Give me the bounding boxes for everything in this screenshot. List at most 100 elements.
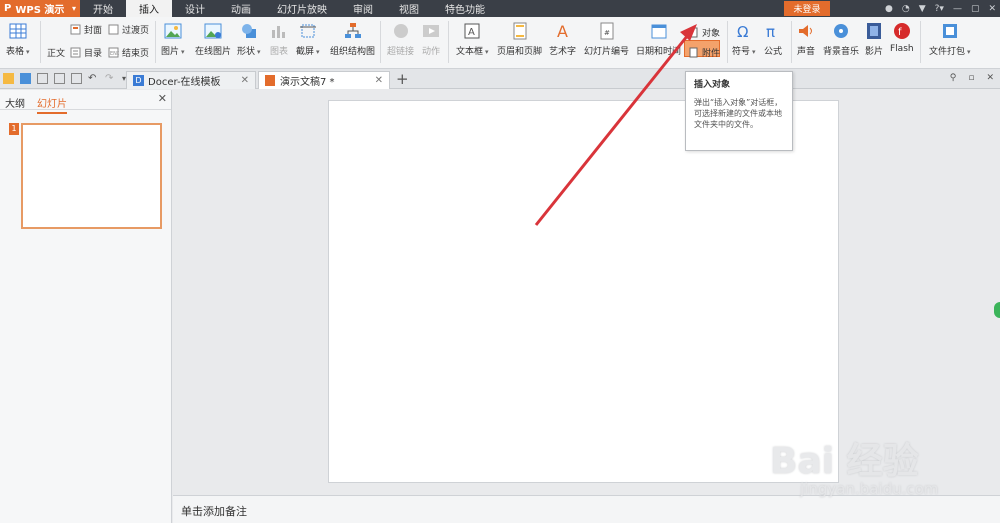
- menu-item-special[interactable]: 特色功能: [432, 0, 498, 17]
- end-page-button[interactable]: END 结束页: [108, 46, 149, 59]
- quick-access-toolbar: ↶ ↷ ▾: [3, 73, 133, 84]
- chart-button[interactable]: 图表: [270, 17, 288, 57]
- redo-icon[interactable]: ↷: [105, 73, 116, 84]
- slide-canvas[interactable]: [328, 100, 839, 483]
- formula-button[interactable]: π 公式: [764, 17, 782, 57]
- tab-outline[interactable]: 大纲: [5, 95, 25, 110]
- ribbon-toolbar: 表格 ▾ 封面 过渡页 正文 目录 END 结束页 图片 ▾ 在线图片 形状 ▾ 图表 …: [0, 17, 1000, 69]
- cover-button[interactable]: 封面: [70, 23, 102, 36]
- menu-item-animation[interactable]: 动画: [218, 0, 264, 17]
- org-chart-button[interactable]: 组织结构图: [330, 17, 375, 57]
- save-icon[interactable]: [20, 73, 31, 84]
- online-picture-button[interactable]: 在线图片: [195, 17, 231, 57]
- help-icon[interactable]: ?▾: [935, 4, 944, 14]
- export-pdf-icon[interactable]: [37, 73, 48, 84]
- omega-icon: Ω: [737, 23, 748, 40]
- slide-thumbnail[interactable]: [21, 123, 162, 229]
- svg-text:π: π: [766, 23, 775, 40]
- restore-icon[interactable]: ▢: [971, 4, 980, 14]
- action-button[interactable]: 动作: [422, 17, 440, 57]
- end-page-icon: END: [108, 47, 119, 58]
- menu-item-review[interactable]: 审阅: [340, 0, 386, 17]
- close-icon[interactable]: ✕: [988, 4, 996, 14]
- movie-button[interactable]: 影片: [865, 17, 883, 57]
- wordart-button[interactable]: A 艺术字: [549, 17, 576, 57]
- restore-small-icon[interactable]: ▫: [968, 73, 974, 83]
- close-small-icon[interactable]: ✕: [986, 73, 994, 83]
- hyperlink-button[interactable]: 超链接: [387, 17, 414, 57]
- picture-icon: [164, 23, 182, 39]
- preview-icon[interactable]: [71, 73, 82, 84]
- package-button[interactable]: 文件打包 ▾: [929, 17, 971, 57]
- attachment-button[interactable]: 附件: [688, 46, 720, 59]
- tooltip-description: 弹出“插入对象”对话框，可选择新建的文件或本地文件夹中的文件。: [694, 98, 783, 129]
- org-chart-icon: [344, 23, 361, 38]
- pin-icon[interactable]: ⚲: [950, 73, 957, 83]
- slide-number-button[interactable]: # 幻灯片编号: [584, 17, 629, 57]
- toc-button[interactable]: 目录: [70, 46, 102, 59]
- undo-icon[interactable]: ↶: [88, 73, 99, 84]
- attachment-icon: [689, 47, 698, 58]
- docer-icon: D: [133, 75, 144, 86]
- side-widget-icon[interactable]: [994, 302, 1000, 318]
- panel-tabs: 大纲 幻灯片 ✕: [0, 90, 171, 114]
- svg-text:A: A: [468, 27, 475, 38]
- window-controls: ● ◔ ▼ ?▾ — ▢ ✕: [885, 0, 996, 17]
- feedback-icon[interactable]: ◔: [902, 4, 910, 14]
- bg-music-button[interactable]: 背景音乐: [823, 17, 859, 57]
- object-tooltip: 插入对象 弹出“插入对象”对话框，可选择新建的文件或本地文件夹中的文件。: [685, 71, 793, 151]
- object-button[interactable]: 对象: [688, 26, 720, 39]
- shape-button[interactable]: 形状 ▾: [237, 17, 261, 57]
- toc-icon: [70, 47, 81, 58]
- minimize-icon[interactable]: —: [953, 4, 962, 14]
- slide-number-badge: 1: [9, 123, 19, 135]
- print-icon[interactable]: [54, 73, 65, 84]
- login-button[interactable]: 未登录: [784, 1, 830, 16]
- shape-icon: [241, 24, 256, 38]
- object-icon: [689, 27, 698, 38]
- symbol-button[interactable]: Ω 符号 ▾: [732, 17, 756, 57]
- shirt-icon[interactable]: ▼: [919, 4, 926, 14]
- watermark: Bai 经验 jingyan.baidu.com: [770, 420, 980, 510]
- header-footer-button[interactable]: 页眉和页脚: [497, 17, 542, 57]
- tab-docer-templates[interactable]: D Docer-在线模板 ✕: [126, 71, 256, 89]
- close-tab-icon[interactable]: ✕: [375, 75, 383, 86]
- close-tab-icon[interactable]: ✕: [241, 75, 249, 86]
- new-tab-button[interactable]: +: [396, 70, 409, 88]
- flash-icon: f: [893, 23, 910, 39]
- transition-page-button[interactable]: 过渡页: [108, 23, 149, 36]
- svg-text:A: A: [557, 22, 568, 40]
- svg-text:Ω: Ω: [737, 23, 748, 40]
- music-disc-icon: [834, 24, 848, 38]
- screenshot-button[interactable]: 截屏 ▾: [296, 17, 320, 57]
- slide-number-icon: #: [600, 22, 613, 40]
- skin-icon[interactable]: ●: [885, 4, 893, 14]
- textbox-button[interactable]: A 文本框 ▾: [456, 17, 489, 57]
- chart-icon: [272, 26, 285, 38]
- table-button[interactable]: 表格 ▾: [6, 17, 30, 57]
- cover-icon: [70, 24, 81, 35]
- menu-item-slideshow[interactable]: 幻灯片放映: [264, 0, 340, 17]
- menu-item-insert[interactable]: 插入: [126, 0, 172, 17]
- film-icon: [867, 23, 881, 39]
- datetime-button[interactable]: 日期和时间: [636, 17, 681, 57]
- picture-button[interactable]: 图片 ▾: [161, 17, 185, 57]
- open-icon[interactable]: [3, 73, 14, 84]
- tab-presentation[interactable]: 演示文稿7 * ✕: [258, 71, 390, 89]
- menu-item-design[interactable]: 设计: [172, 0, 218, 17]
- svg-text:END: END: [110, 51, 119, 57]
- flash-button[interactable]: f Flash: [890, 17, 914, 54]
- hyperlink-icon: [393, 24, 408, 38]
- transition-page-icon: [108, 24, 119, 35]
- document-tab-strip: ↶ ↷ ▾ D Docer-在线模板 ✕ 演示文稿7 * ✕ + ⚲ ▫ ✕: [0, 69, 1000, 89]
- menu-item-view[interactable]: 视图: [386, 0, 432, 17]
- watermark-url: jingyan.baidu.com: [800, 480, 939, 498]
- tab-slides[interactable]: 幻灯片: [37, 95, 67, 114]
- body-button[interactable]: 正文: [47, 46, 65, 59]
- svg-text:#: #: [604, 29, 610, 37]
- menu-item-home[interactable]: 开始: [80, 0, 126, 17]
- sound-button[interactable]: 声音: [797, 17, 815, 57]
- table-icon: [9, 23, 27, 39]
- app-menu-button[interactable]: P WPS 演示 ▾: [0, 0, 80, 17]
- close-panel-icon[interactable]: ✕: [158, 92, 167, 105]
